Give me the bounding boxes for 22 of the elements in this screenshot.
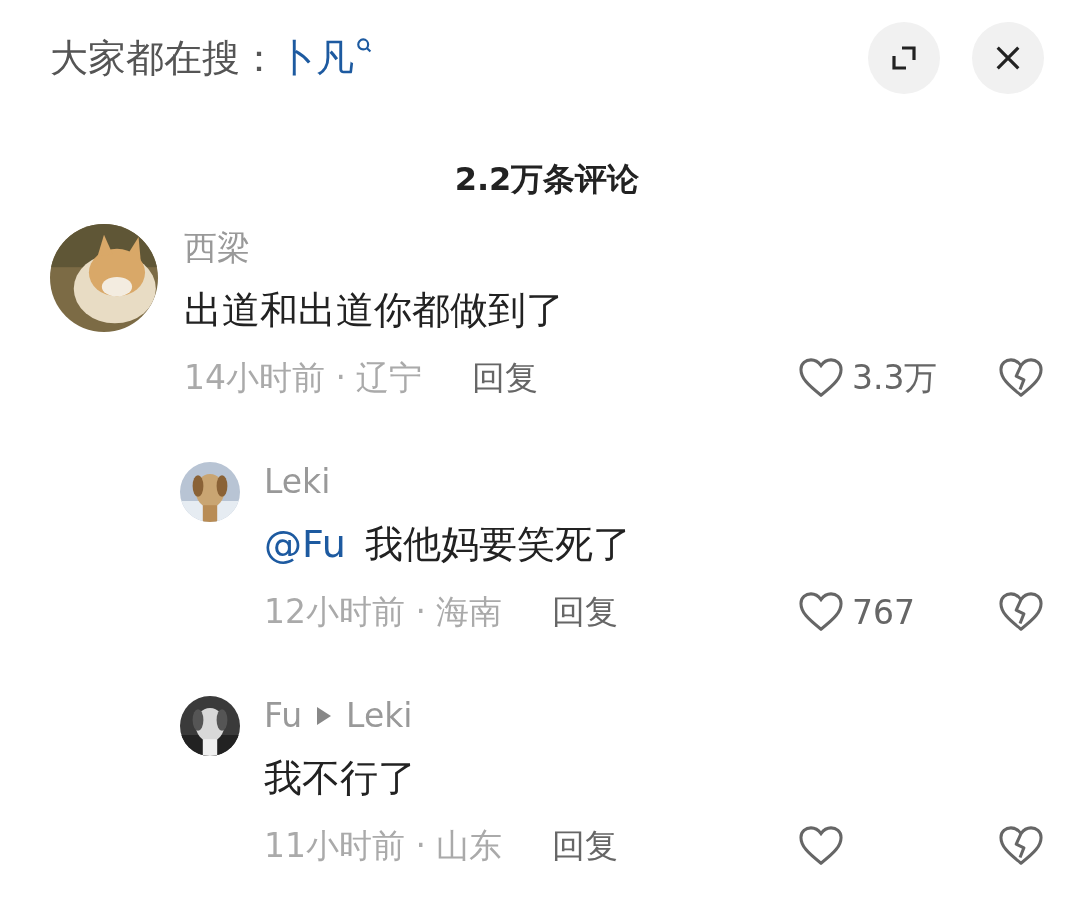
comment-time-location: 11小时前 · 山东 — [264, 824, 503, 867]
like-heart-icon[interactable] — [798, 591, 844, 633]
comments-count-title: 2.2万条评论 — [453, 159, 641, 200]
broken-heart-icon[interactable] — [998, 357, 1044, 399]
comment-text: 我不行了 — [264, 755, 417, 802]
comment-text: 出道和出道你都做到了 — [184, 287, 565, 334]
like-heart-icon[interactable] — [798, 825, 844, 867]
reply-button[interactable]: 回复 — [552, 823, 619, 869]
trending-label: 大家都在搜： — [50, 34, 278, 82]
like-heart-icon[interactable] — [798, 357, 844, 399]
reply-arrow-icon — [316, 706, 333, 726]
like-count: 3.3万 — [852, 356, 938, 399]
trending-search-link[interactable]: 卜凡 — [278, 32, 354, 84]
broken-heart-icon[interactable] — [998, 825, 1044, 867]
like-count: 767 — [852, 592, 915, 632]
comment-text: @Fu 我他妈要笑死了 — [264, 521, 632, 568]
mention-link[interactable]: @Fu — [264, 522, 346, 566]
comment-time-location: 14小时前 · 辽宁 — [184, 356, 423, 399]
reply-button[interactable]: 回复 — [472, 355, 539, 401]
broken-heart-icon[interactable] — [998, 591, 1044, 633]
reply-button[interactable]: 回复 — [552, 589, 619, 635]
comment-time-location: 12小时前 · 海南 — [264, 590, 503, 633]
